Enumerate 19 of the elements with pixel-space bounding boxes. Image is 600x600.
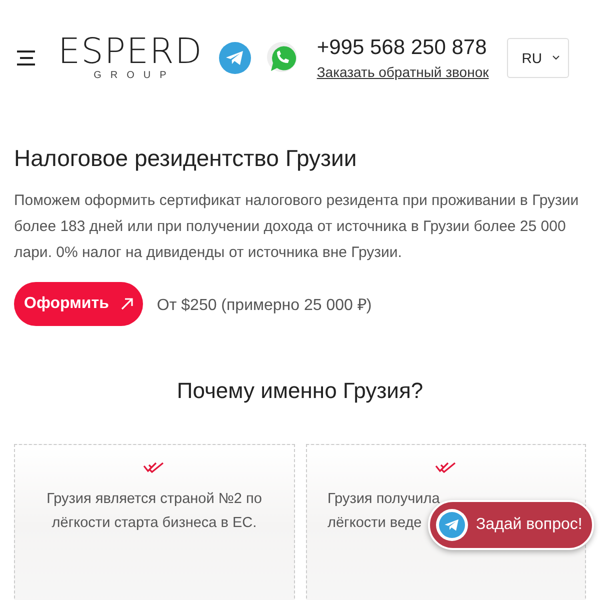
menu-icon[interactable] bbox=[16, 50, 36, 66]
logo-text[interactable]: ESPERD bbox=[58, 34, 203, 70]
page-title: Налоговое резидентство Грузии bbox=[14, 145, 358, 172]
feature-text: Грузия является страной №2 по лёгкости старта бизнеса в ЕС. bbox=[46, 490, 262, 533]
whatsapp-icon[interactable] bbox=[264, 40, 299, 74]
section-title: Почему именно Грузия? bbox=[176, 378, 424, 404]
logo-subtitle: GROUP bbox=[94, 70, 176, 81]
description: Поможем оформить сертификат налогового резидента при проживании в Грузии более 183 дней или при получении дохода от источника в Грузии более 25 000 лари. 0% налог на дивиденды от источника вне Грузии. bbox=[14, 191, 580, 263]
chevron-icon bbox=[552, 55, 560, 60]
arrow-icon bbox=[120, 298, 133, 310]
callback-link[interactable]: Заказать обратный звонок bbox=[316, 64, 489, 80]
order-button[interactable]: Оформить bbox=[14, 282, 143, 326]
double-check-icon bbox=[434, 461, 457, 473]
price-text: От $250 (примерно 25 000 ₽) bbox=[156, 296, 372, 315]
double-check-icon bbox=[143, 461, 166, 473]
telegram-icon[interactable] bbox=[218, 42, 251, 74]
language-select[interactable]: RU bbox=[506, 38, 569, 78]
phone-number[interactable]: +995 568 250 878 bbox=[316, 36, 487, 60]
telegram-icon[interactable] bbox=[439, 512, 465, 538]
